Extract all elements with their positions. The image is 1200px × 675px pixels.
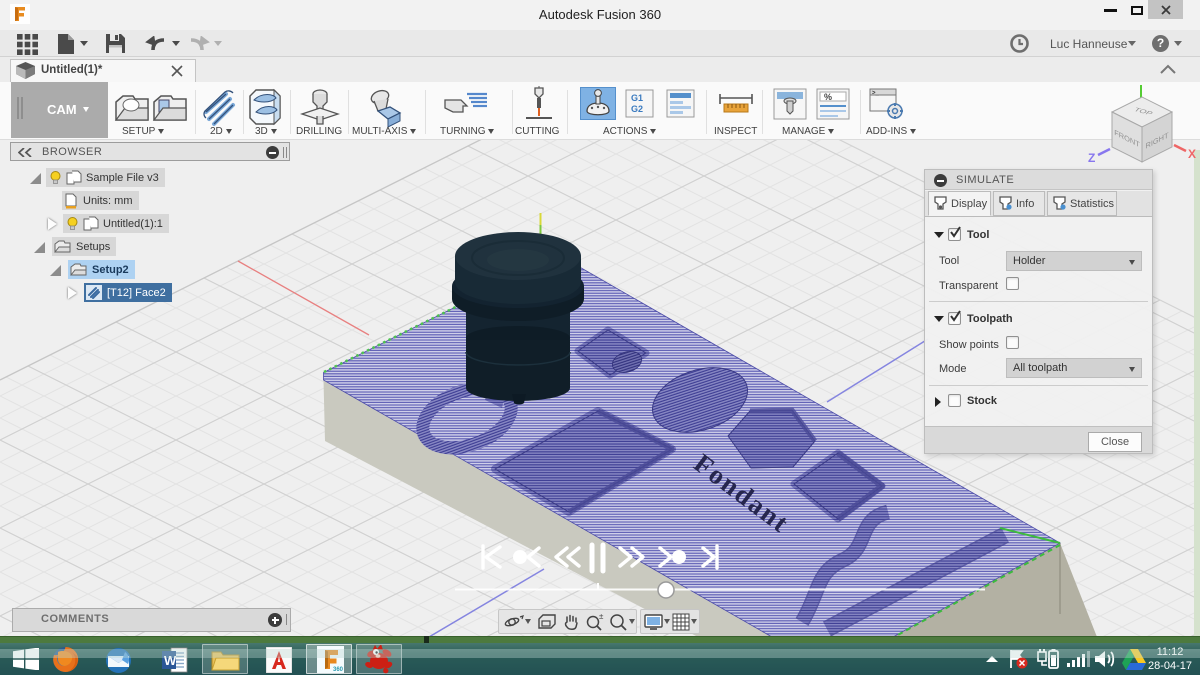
svg-text:G2: G2 <box>631 104 643 114</box>
svg-text:%: % <box>824 92 832 102</box>
svg-text:Z: Z <box>1088 151 1095 165</box>
svg-text:X: X <box>1188 147 1196 161</box>
svg-text:>_: >_ <box>872 91 880 97</box>
svg-text:W: W <box>164 653 177 668</box>
svg-text:G1: G1 <box>631 93 643 103</box>
svg-text:±: ± <box>599 613 604 621</box>
svg-text:360: 360 <box>333 667 344 673</box>
